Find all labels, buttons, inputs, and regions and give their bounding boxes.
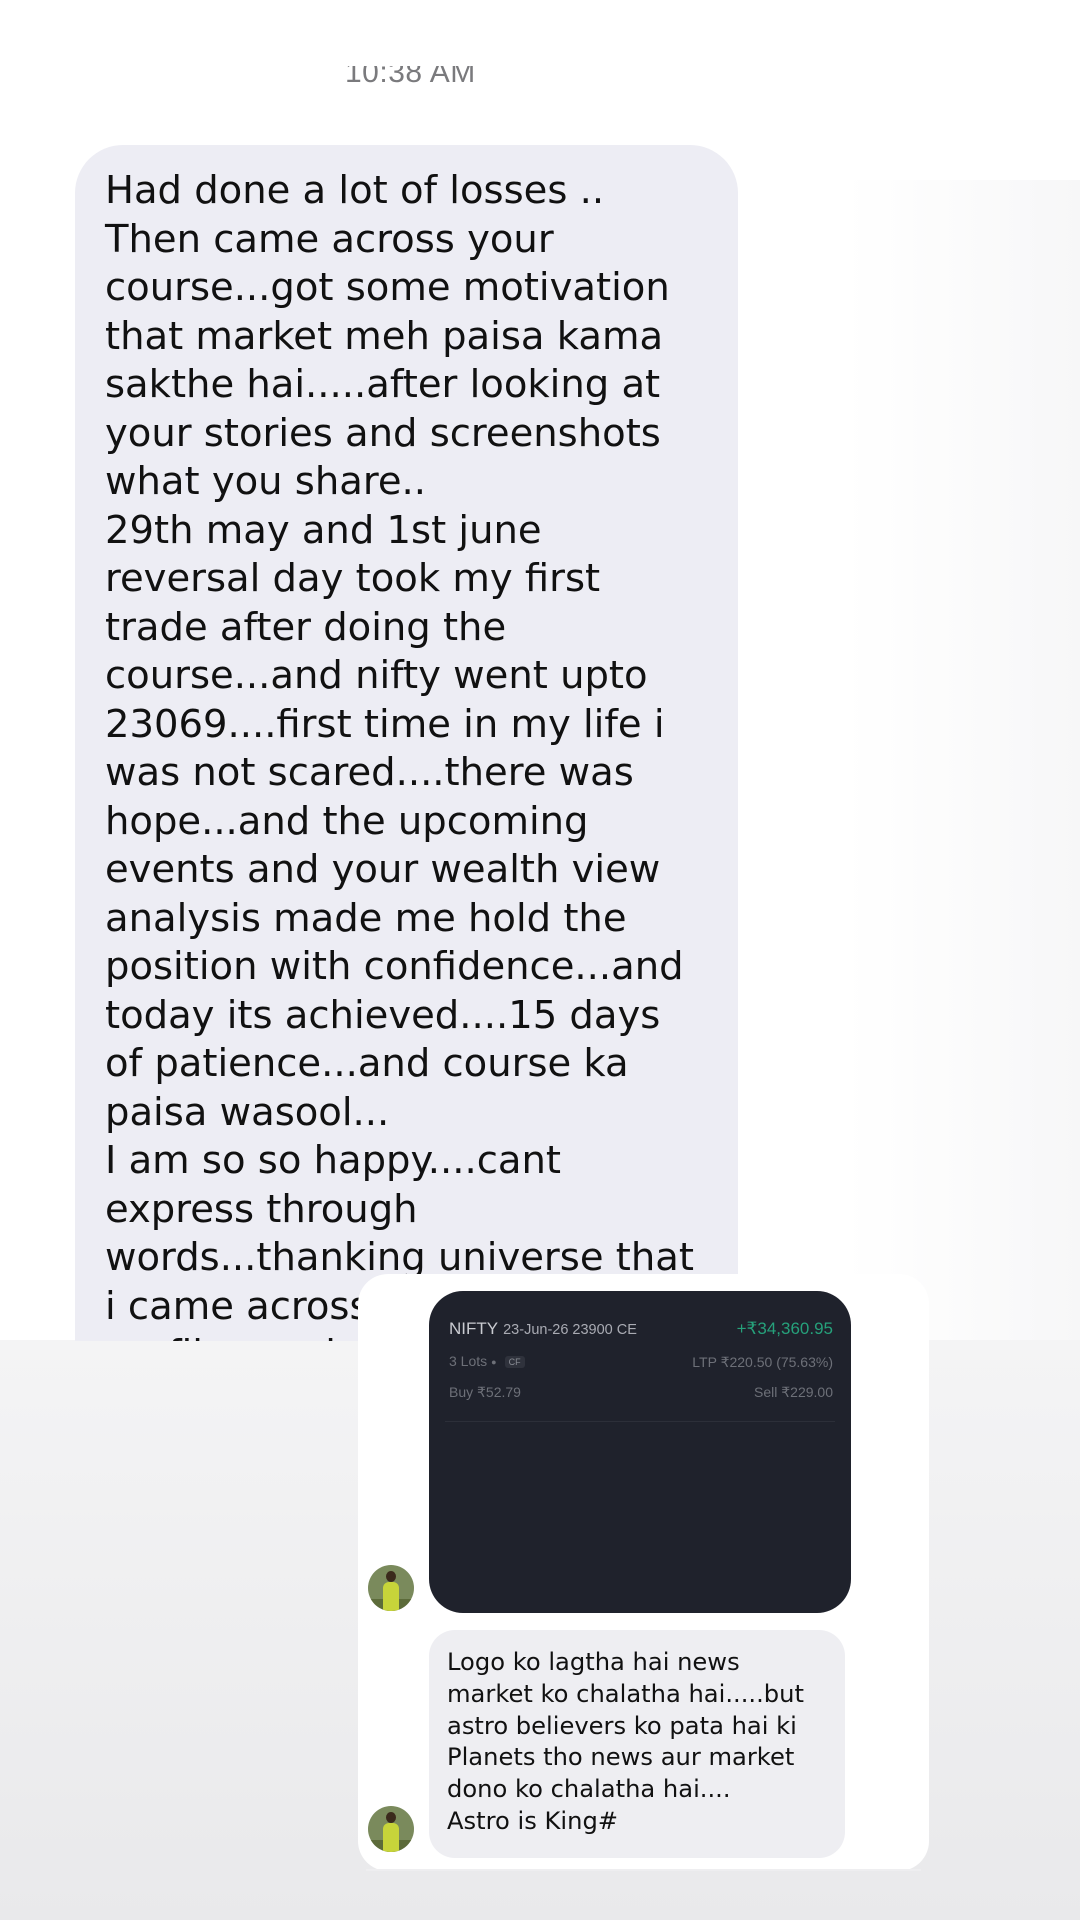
right-edge-shade bbox=[845, 180, 1080, 1340]
separator-dot-icon: ● bbox=[491, 1356, 497, 1367]
trade-header-row: NIFTY 23-Jun-26 23900 CE +₹34,360.95 bbox=[449, 1319, 833, 1339]
trade-tag: CF bbox=[504, 1355, 525, 1368]
shared-post-card[interactable]: NIFTY 23-Jun-26 23900 CE +₹34,360.95 3 Lo… bbox=[358, 1274, 929, 1871]
caption-bubble[interactable]: Logo ko lagtha hai news market ko chalat… bbox=[429, 1630, 845, 1858]
trade-buy-price: Buy ₹52.79 bbox=[449, 1384, 521, 1400]
trade-contract: 23-Jun-26 23900 CE bbox=[503, 1322, 637, 1338]
trade-price-row: Buy ₹52.79 Sell ₹229.00 bbox=[449, 1384, 833, 1401]
trade-ltp: LTP ₹220.50 (75.63%) bbox=[692, 1353, 833, 1370]
trade-lots: 3 Lots bbox=[449, 1353, 488, 1369]
card-divider bbox=[366, 1869, 921, 1871]
trade-pnl: +₹34,360.95 bbox=[736, 1319, 833, 1338]
message-bubble[interactable]: Had done a lot of losses .. Then came ac… bbox=[75, 145, 738, 1341]
message-bubble-viewport: Had done a lot of losses .. Then came ac… bbox=[75, 145, 740, 1341]
trade-lots-row: 3 Lots ● CF LTP ₹220.50 (75.63%) bbox=[449, 1353, 833, 1371]
avatar-icon[interactable] bbox=[368, 1565, 414, 1611]
avatar-icon[interactable] bbox=[368, 1806, 414, 1852]
trade-position-card[interactable]: NIFTY 23-Jun-26 23900 CE +₹34,360.95 3 Lo… bbox=[429, 1291, 851, 1613]
trade-sell-price: Sell ₹229.00 bbox=[754, 1384, 833, 1400]
trade-divider bbox=[445, 1421, 835, 1422]
trade-symbol: NIFTY bbox=[449, 1319, 499, 1338]
message-timestamp: 10:38 AM bbox=[345, 56, 476, 89]
